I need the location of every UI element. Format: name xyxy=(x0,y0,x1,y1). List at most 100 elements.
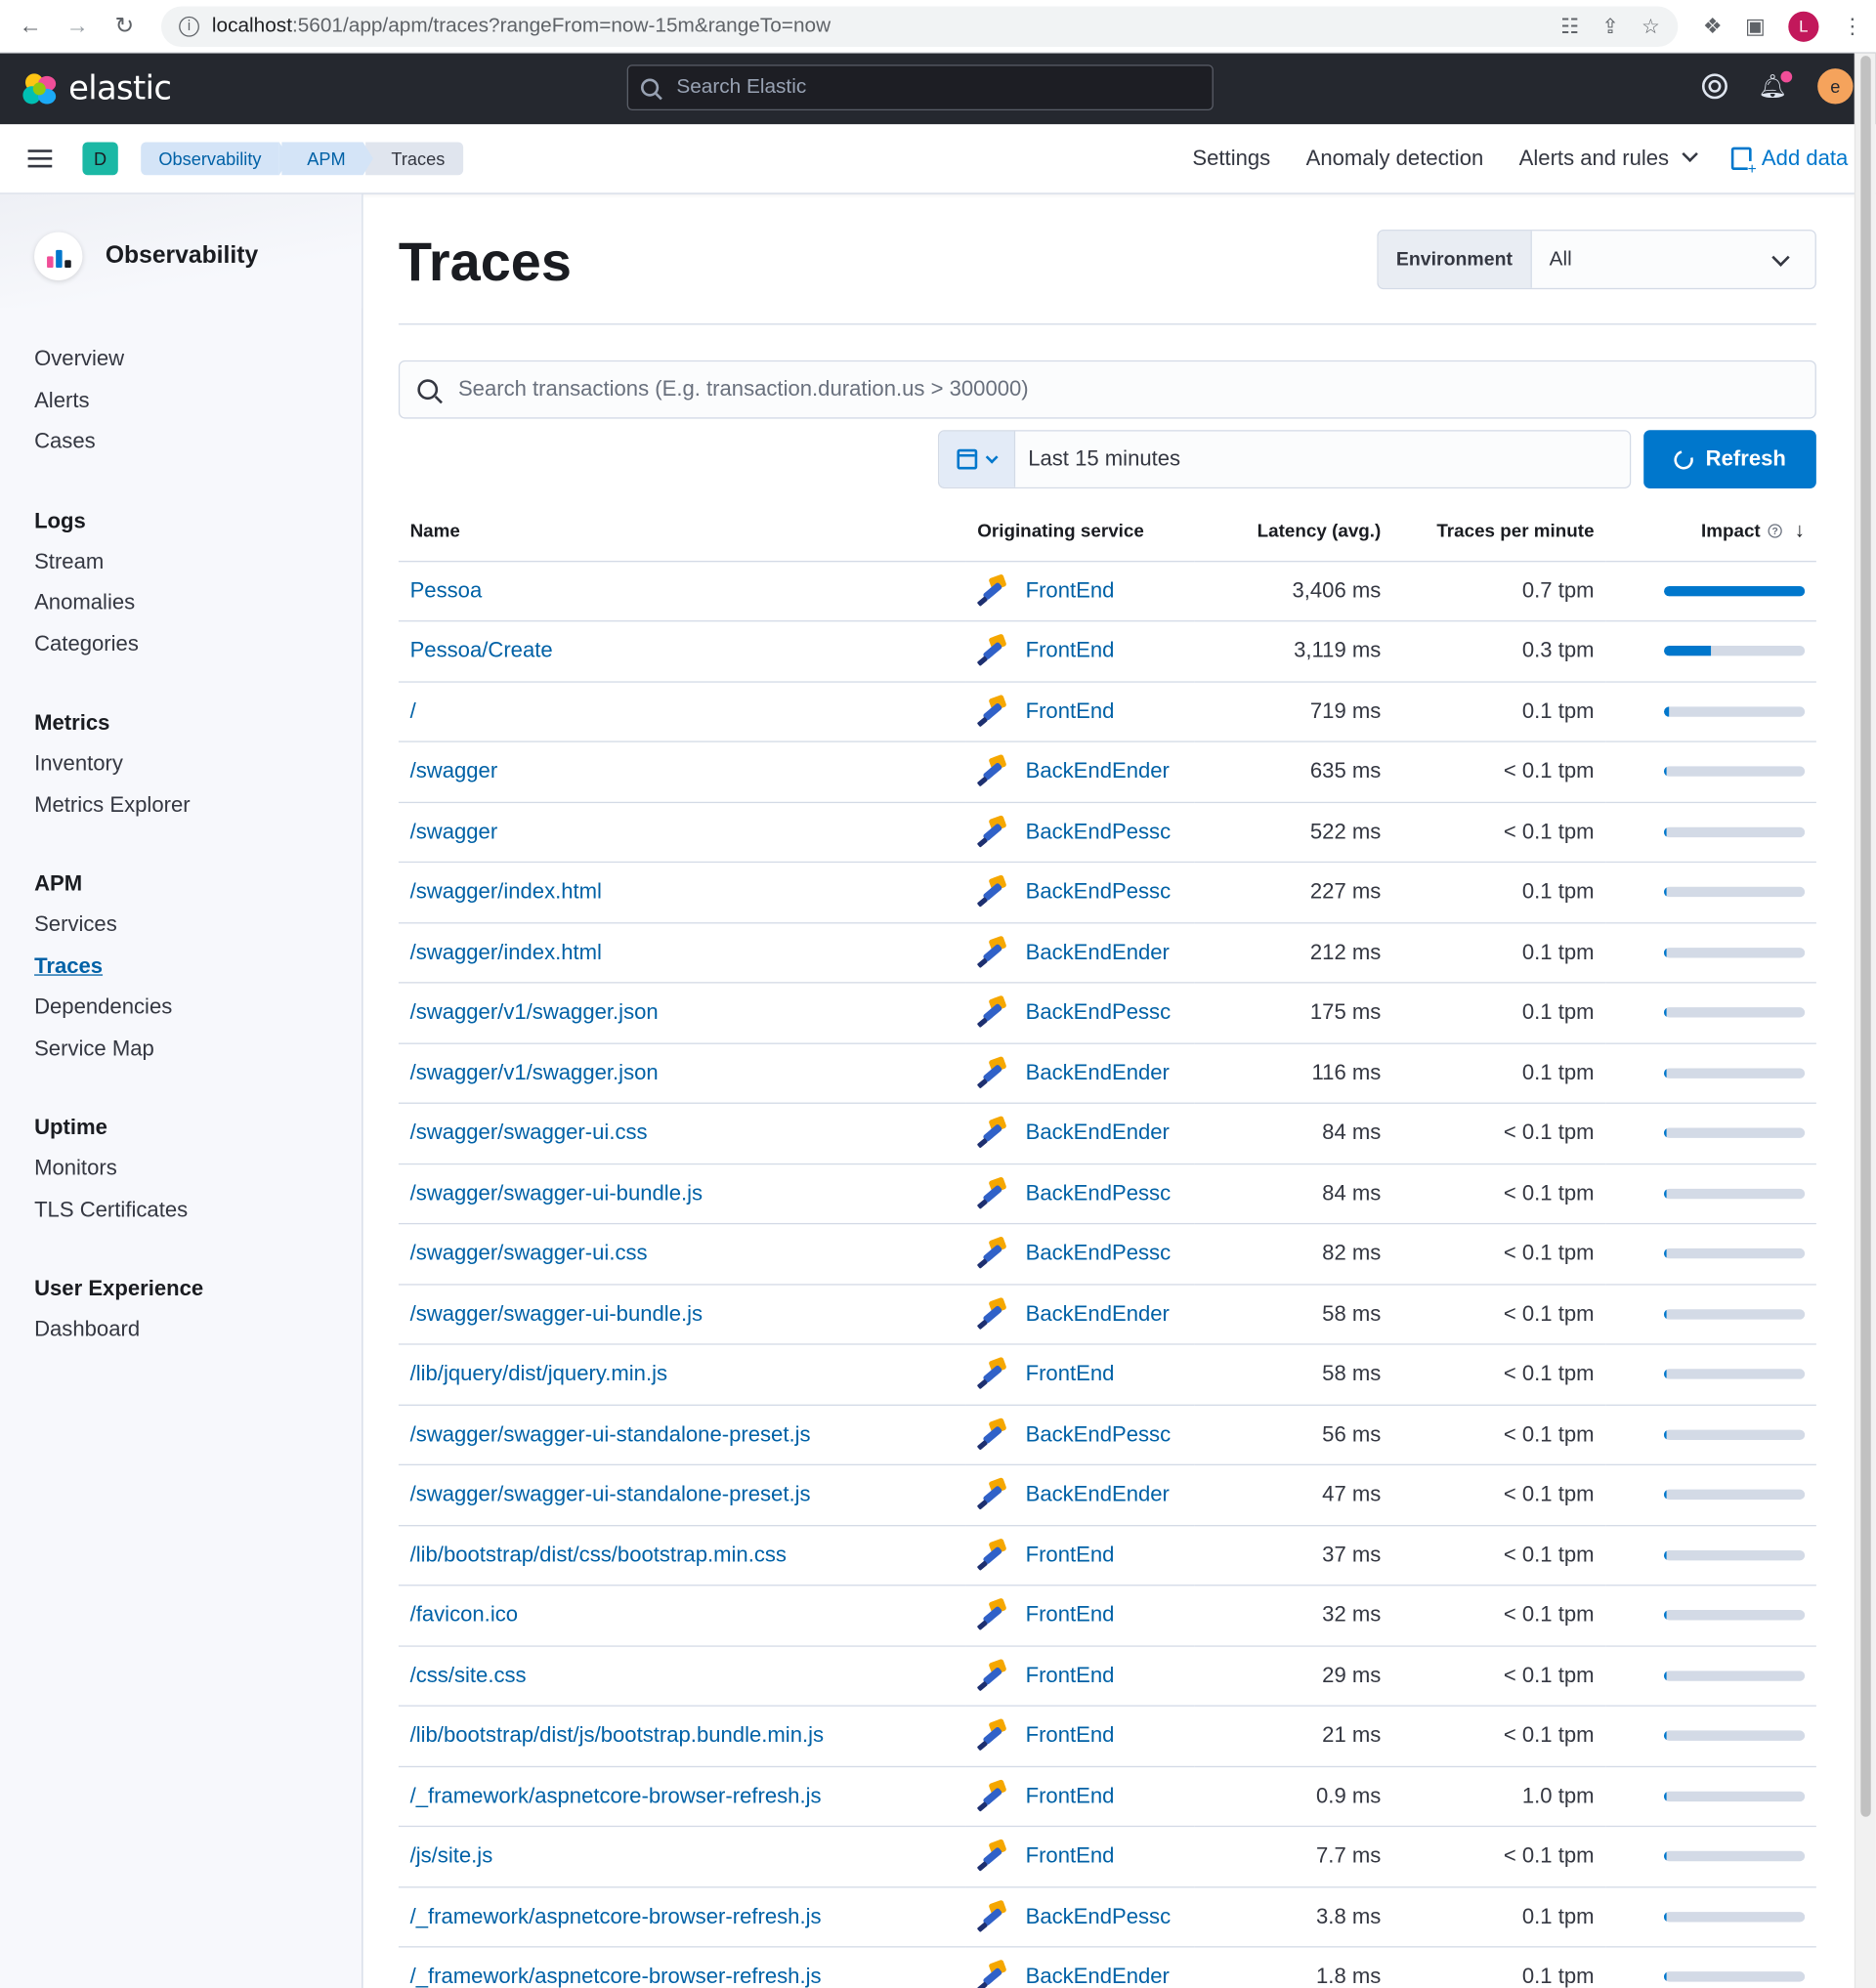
extensions-icon[interactable]: ❖ xyxy=(1703,14,1723,39)
refresh-button[interactable]: Refresh xyxy=(1643,430,1816,488)
service-link[interactable]: FrontEnd xyxy=(976,1538,1182,1572)
site-info-icon[interactable]: i xyxy=(179,16,199,37)
transaction-name-link[interactable]: /_framework/aspnetcore-browser-refresh.j… xyxy=(410,1784,822,1808)
service-link[interactable]: BackEndEnder xyxy=(976,1116,1182,1150)
transaction-name-link[interactable]: /swagger xyxy=(410,759,498,783)
service-link[interactable]: BackEndPessc xyxy=(976,814,1182,849)
transaction-name-link[interactable]: /swagger/swagger-ui-bundle.js xyxy=(410,1181,704,1205)
settings-link[interactable]: Settings xyxy=(1192,146,1270,171)
transaction-name-link[interactable]: /lib/bootstrap/dist/js/bootstrap.bundle.… xyxy=(410,1723,824,1748)
space-selector[interactable]: D xyxy=(82,142,118,176)
sidebar-item-alerts[interactable]: Alerts xyxy=(34,388,362,429)
share-icon[interactable]: ⇪ xyxy=(1601,14,1618,39)
help-icon[interactable] xyxy=(1702,73,1728,100)
service-link[interactable]: FrontEnd xyxy=(976,1356,1182,1391)
sidebar-item-anomalies[interactable]: Anomalies xyxy=(34,590,362,631)
scrollbar-thumb[interactable] xyxy=(1860,56,1871,1817)
service-link[interactable]: BackEndPessc xyxy=(976,1175,1182,1210)
column-header-traces-per-minute[interactable]: Traces per minute xyxy=(1392,502,1606,562)
sidebar-item-cases[interactable]: Cases xyxy=(34,429,362,470)
anomaly-detection-link[interactable]: Anomaly detection xyxy=(1306,146,1484,171)
sidebar-item-dependencies[interactable]: Dependencies xyxy=(34,994,362,1036)
service-link[interactable]: BackEndPessc xyxy=(976,1236,1182,1271)
service-link[interactable]: FrontEnd xyxy=(976,1658,1182,1692)
transaction-name-link[interactable]: Pessoa xyxy=(410,578,483,603)
transaction-name-link[interactable]: /_framework/aspnetcore-browser-refresh.j… xyxy=(410,1904,822,1928)
translate-icon[interactable]: ☷ xyxy=(1560,14,1579,39)
service-link[interactable]: BackEndEnder xyxy=(976,935,1182,969)
browser-profile-avatar[interactable]: L xyxy=(1788,11,1819,42)
service-link[interactable]: FrontEnd xyxy=(976,1597,1182,1632)
side-panel-icon[interactable]: ▣ xyxy=(1745,14,1766,39)
add-data-button[interactable]: Add data xyxy=(1730,146,1848,177)
transaction-name-link[interactable]: /swagger/index.html xyxy=(410,879,602,904)
service-link[interactable]: BackEndPessc xyxy=(976,1417,1182,1452)
sidebar-item-stream[interactable]: Stream xyxy=(34,549,362,590)
sidebar-item-dashboard[interactable]: Dashboard xyxy=(34,1317,362,1358)
transaction-name-link[interactable]: /swagger/swagger-ui-bundle.js xyxy=(410,1301,704,1326)
sidebar-item-service-map[interactable]: Service Map xyxy=(34,1036,362,1077)
service-link[interactable]: FrontEnd xyxy=(976,1778,1182,1813)
environment-select[interactable]: Environment All xyxy=(1377,230,1816,290)
bookmark-star-icon[interactable]: ☆ xyxy=(1642,14,1660,39)
address-bar[interactable]: i localhost:5601/app/apm/traces?rangeFro… xyxy=(160,5,1678,47)
breadcrumb-observability[interactable]: Observability xyxy=(141,142,289,176)
transaction-name-link[interactable]: /swagger xyxy=(410,820,498,844)
sidebar-item-tls-certificates[interactable]: TLS Certificates xyxy=(34,1197,362,1238)
service-link[interactable]: BackEndEnder xyxy=(976,1959,1182,1988)
elastic-logo[interactable]: elastic xyxy=(22,69,172,107)
browser-menu-icon[interactable]: ⋮ xyxy=(1842,14,1863,39)
alerts-and-rules-menu[interactable]: Alerts and rules xyxy=(1519,146,1698,171)
transaction-name-link[interactable]: /favicon.ico xyxy=(410,1603,518,1628)
service-link[interactable]: BackEndPessc xyxy=(976,1899,1182,1933)
transaction-name-link[interactable]: /_framework/aspnetcore-browser-refresh.j… xyxy=(410,1965,822,1988)
service-link[interactable]: BackEndEnder xyxy=(976,754,1182,788)
column-header-impact[interactable]: Impact ? ↓ xyxy=(1605,502,1816,562)
transaction-name-link[interactable]: /swagger/swagger-ui.css xyxy=(410,1121,648,1145)
global-search-input[interactable]: Search Elastic xyxy=(626,64,1214,110)
question-icon[interactable]: ? xyxy=(1768,524,1782,538)
service-link[interactable]: FrontEnd xyxy=(976,633,1182,668)
service-link[interactable]: BackEndEnder xyxy=(976,1477,1182,1511)
sidebar-item-monitors[interactable]: Monitors xyxy=(34,1156,362,1197)
date-range-display[interactable]: Last 15 minutes xyxy=(1015,431,1630,487)
user-avatar[interactable]: e xyxy=(1817,68,1854,105)
transaction-name-link[interactable]: /swagger/swagger-ui-standalone-preset.js xyxy=(410,1482,811,1506)
sidebar-item-inventory[interactable]: Inventory xyxy=(34,751,362,792)
sidebar-item-overview[interactable]: Overview xyxy=(34,347,362,388)
transaction-name-link[interactable]: Pessoa/Create xyxy=(410,639,553,663)
sidebar-item-categories[interactable]: Categories xyxy=(34,631,362,672)
news-feed-icon[interactable]: 🔔︎ xyxy=(1758,70,1793,100)
transaction-name-link[interactable]: /js/site.js xyxy=(410,1843,493,1868)
transaction-name-link[interactable]: /swagger/v1/swagger.json xyxy=(410,1060,659,1084)
sidebar-item-traces[interactable]: Traces xyxy=(34,953,362,994)
transaction-name-link[interactable]: /swagger/swagger-ui-standalone-preset.js xyxy=(410,1422,811,1447)
sidebar-item-metrics-explorer[interactable]: Metrics Explorer xyxy=(34,792,362,833)
transaction-name-link[interactable]: /swagger/swagger-ui.css xyxy=(410,1241,648,1265)
service-link[interactable]: BackEndEnder xyxy=(976,1055,1182,1089)
column-header-name[interactable]: Name xyxy=(398,502,966,562)
transaction-name-link[interactable]: /swagger/v1/swagger.json xyxy=(410,1000,659,1025)
service-link[interactable]: BackEndPessc xyxy=(976,994,1182,1030)
transaction-name-link[interactable]: /lib/jquery/dist/jquery.min.js xyxy=(410,1362,667,1386)
back-arrow-icon[interactable]: ← xyxy=(13,8,48,43)
transaction-name-link[interactable]: / xyxy=(410,698,416,723)
column-header-originating-service[interactable]: Originating service xyxy=(965,502,1195,562)
transaction-search-input[interactable]: Search transactions (E.g. transaction.du… xyxy=(398,360,1816,419)
page-scrollbar[interactable] xyxy=(1854,53,1876,1988)
menu-icon[interactable] xyxy=(27,149,53,168)
transaction-name-link[interactable]: /css/site.css xyxy=(410,1663,527,1687)
breadcrumb-apm[interactable]: APM xyxy=(281,142,374,176)
service-link[interactable]: FrontEnd xyxy=(976,1839,1182,1873)
service-link[interactable]: FrontEnd xyxy=(976,1718,1182,1753)
sidebar-item-services[interactable]: Services xyxy=(34,912,362,953)
forward-arrow-icon[interactable]: → xyxy=(60,8,95,43)
transaction-name-link[interactable]: /swagger/index.html xyxy=(410,940,602,964)
service-link[interactable]: FrontEnd xyxy=(976,573,1182,608)
quick-select-button[interactable] xyxy=(939,431,1016,487)
service-link[interactable]: BackEndPessc xyxy=(976,874,1182,909)
reload-icon[interactable]: ↻ xyxy=(107,8,142,43)
service-link[interactable]: BackEndEnder xyxy=(976,1296,1182,1331)
column-header-latency[interactable]: Latency (avg.) xyxy=(1194,502,1393,562)
transaction-name-link[interactable]: /lib/bootstrap/dist/css/bootstrap.min.cs… xyxy=(410,1543,787,1567)
